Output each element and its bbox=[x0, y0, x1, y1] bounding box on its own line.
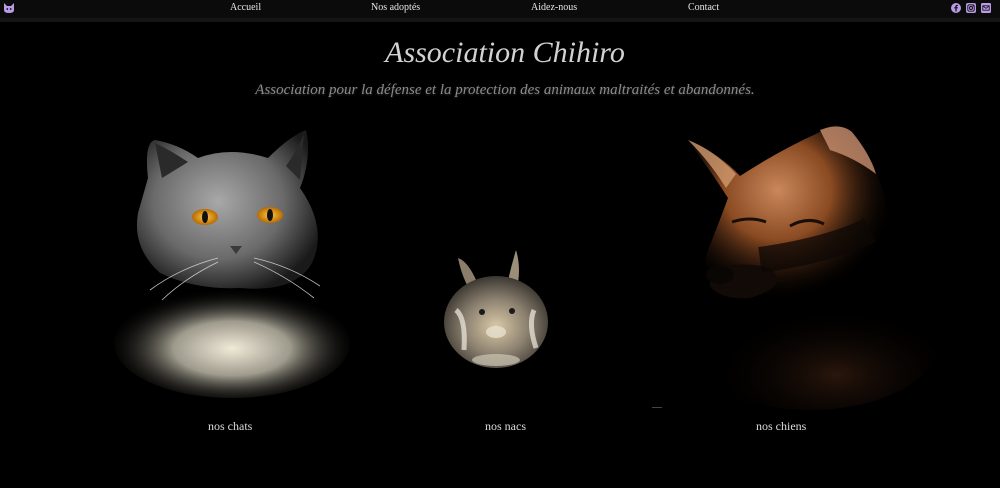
nav-link-aidez-nous[interactable]: Aidez-nous bbox=[531, 1, 577, 14]
divider bbox=[652, 407, 662, 408]
nav-link-nos-adoptes[interactable]: Nos adoptés bbox=[371, 1, 420, 14]
page-title: Association Chihiro bbox=[385, 36, 625, 69]
instagram-icon[interactable] bbox=[966, 3, 976, 13]
top-navbar: Accueil Nos adoptés Aidez-nous Contact bbox=[0, 0, 1000, 22]
facebook-icon[interactable] bbox=[951, 3, 961, 13]
dog-image[interactable] bbox=[640, 110, 940, 410]
nav-link-accueil[interactable]: Accueil bbox=[230, 1, 261, 14]
link-nos-chats[interactable]: nos chats bbox=[208, 419, 252, 434]
rabbit-image[interactable] bbox=[436, 240, 560, 372]
page-subtitle: Association pour la défense et la protec… bbox=[255, 82, 755, 98]
link-nos-chiens[interactable]: nos chiens bbox=[756, 419, 806, 434]
mail-icon[interactable] bbox=[981, 3, 991, 13]
page: Accueil Nos adoptés Aidez-nous Contact A… bbox=[0, 0, 1000, 488]
cat-image[interactable] bbox=[100, 118, 360, 408]
nav-link-contact[interactable]: Contact bbox=[688, 1, 719, 14]
cat-logo-icon[interactable] bbox=[3, 2, 15, 14]
link-nos-nacs[interactable]: nos nacs bbox=[485, 419, 526, 434]
